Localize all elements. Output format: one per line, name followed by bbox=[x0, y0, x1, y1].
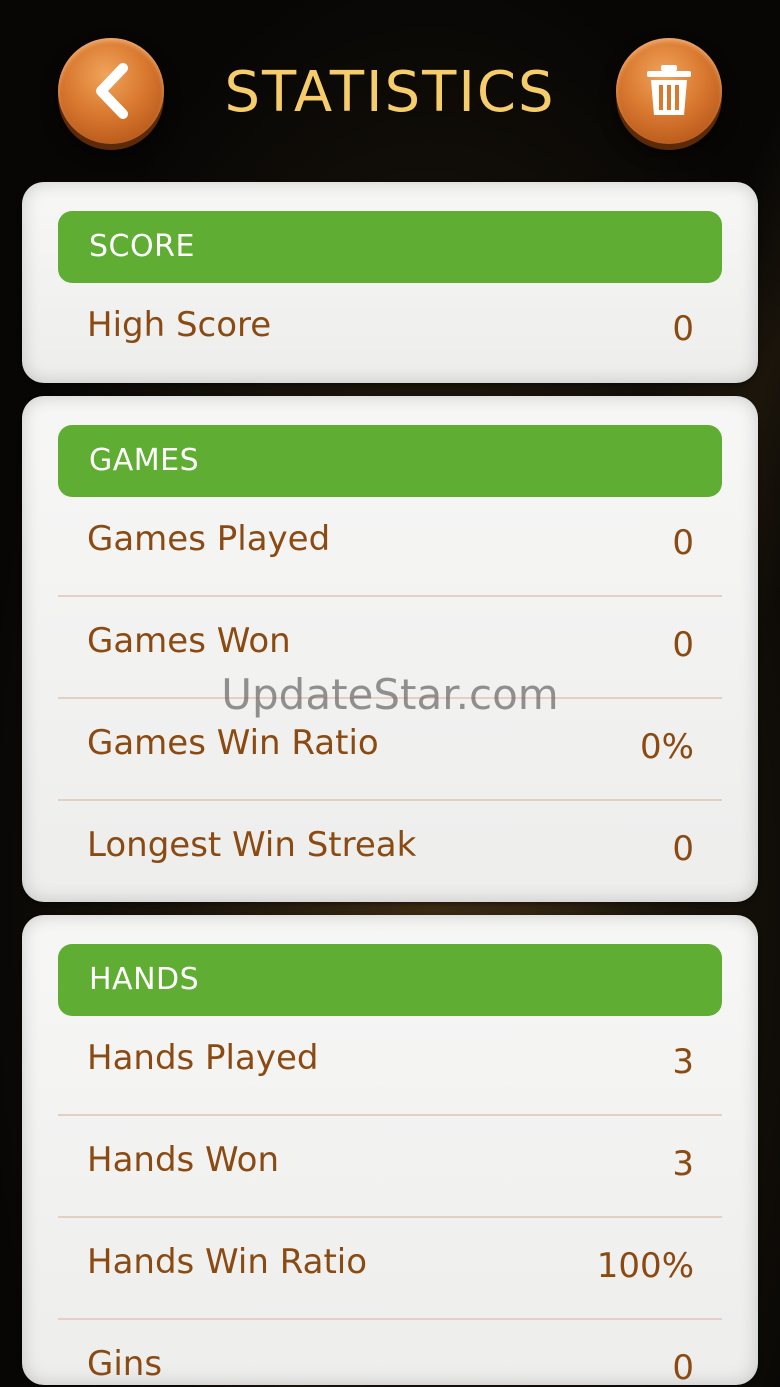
hands-section-header: HANDS bbox=[58, 944, 722, 1016]
stat-label: Games Played bbox=[87, 519, 331, 559]
stat-value: 3 bbox=[672, 1144, 694, 1184]
stat-value: 0% bbox=[640, 727, 694, 767]
top-bar: STATISTICS bbox=[0, 0, 780, 180]
stat-value: 0 bbox=[672, 829, 694, 869]
reset-stats-button[interactable] bbox=[616, 38, 722, 144]
statistics-screen: STATISTICS SCORE High Score 0 GAMES Game… bbox=[0, 0, 780, 1387]
stat-value: 0 bbox=[672, 523, 694, 563]
stat-row-gins: Gins 0 bbox=[58, 1320, 722, 1385]
stat-row-games-played: Games Played 0 bbox=[58, 495, 722, 597]
chevron-left-icon bbox=[96, 63, 128, 119]
stat-label: Hands Played bbox=[87, 1038, 319, 1078]
score-card: SCORE High Score 0 bbox=[22, 182, 758, 383]
hands-card: HANDS Hands Played 3 Hands Won 3 Hands W… bbox=[22, 915, 758, 1385]
back-button[interactable] bbox=[58, 38, 164, 144]
stat-value: 3 bbox=[672, 1042, 694, 1082]
stat-label: Longest Win Streak bbox=[87, 825, 417, 865]
stat-label: Hands Won bbox=[87, 1140, 280, 1180]
stat-value: 0 bbox=[672, 309, 694, 349]
stat-value: 100% bbox=[596, 1246, 694, 1286]
games-section-header: GAMES bbox=[58, 425, 722, 497]
stat-row-high-score: High Score 0 bbox=[58, 281, 722, 383]
stat-label: Hands Win Ratio bbox=[87, 1242, 368, 1282]
stat-value: 0 bbox=[672, 625, 694, 665]
stat-row-games-win-ratio: Games Win Ratio 0% bbox=[58, 699, 722, 801]
games-card: GAMES Games Played 0 Games Won 0 Games W… bbox=[22, 396, 758, 902]
stat-row-hands-won: Hands Won 3 bbox=[58, 1116, 722, 1218]
stat-row-hands-played: Hands Played 3 bbox=[58, 1014, 722, 1116]
stat-label: Games Won bbox=[87, 621, 291, 661]
stat-label: Gins bbox=[87, 1344, 163, 1384]
stat-row-longest-win-streak: Longest Win Streak 0 bbox=[58, 801, 722, 902]
stat-row-hands-win-ratio: Hands Win Ratio 100% bbox=[58, 1218, 722, 1320]
stat-label: Games Win Ratio bbox=[87, 723, 379, 763]
stat-value: 0 bbox=[672, 1348, 694, 1385]
page-title: STATISTICS bbox=[224, 60, 556, 125]
trash-icon bbox=[647, 65, 691, 115]
stat-row-games-won: Games Won 0 bbox=[58, 597, 722, 699]
stat-label: High Score bbox=[87, 305, 272, 345]
score-section-header: SCORE bbox=[58, 211, 722, 283]
